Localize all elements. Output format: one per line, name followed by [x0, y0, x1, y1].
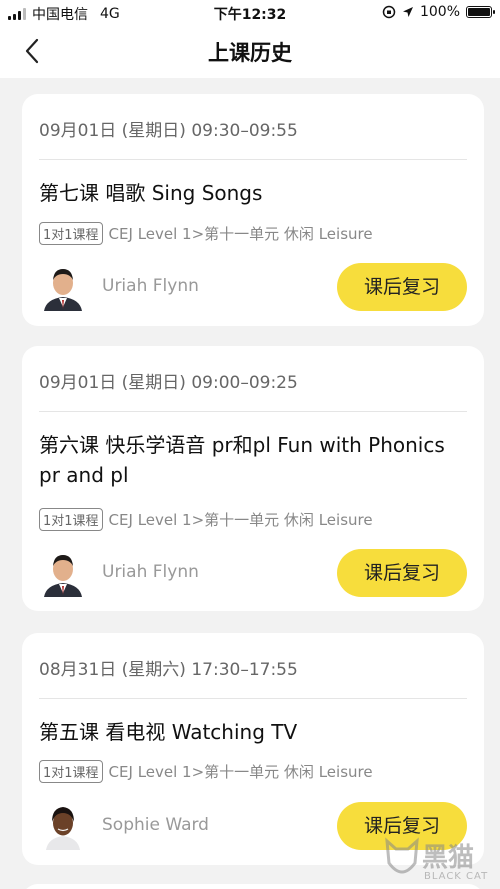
- status-bar: 中国电信 4G 下午12:32 100%: [0, 0, 500, 24]
- course-path: CEJ Level 1>第十一单元 休闲 Leisure: [108, 225, 373, 243]
- course-type-tag: 1对1课程: [39, 222, 103, 245]
- class-card: 09月01日 (星期日) 09:30–09:55 第七课 唱歌 Sing Son…: [22, 94, 484, 326]
- class-card: 08月31日 (星期六) 17:30–17:55 第五课 看电视 Watchin…: [22, 633, 484, 865]
- black-cat-logo-icon: [385, 837, 419, 874]
- page-title: 上课历史: [208, 41, 292, 65]
- divider: [39, 159, 467, 160]
- class-time: 09月01日 (星期日) 09:00–09:25: [39, 373, 298, 393]
- review-button[interactable]: 课后复习: [337, 263, 467, 311]
- class-history-list[interactable]: 09月01日 (星期日) 09:30–09:55 第七课 唱歌 Sing Son…: [0, 78, 500, 889]
- class-card: 09月01日 (星期日) 09:00–09:25 第六课 快乐学语音 pr和pl…: [22, 346, 484, 611]
- teacher-name: Sophie Ward: [102, 815, 209, 835]
- class-title: 第七课 唱歌 Sing Songs: [39, 181, 263, 205]
- teacher-row: Uriah Flynn 课后复习: [39, 549, 467, 599]
- review-button[interactable]: 课后复习: [337, 549, 467, 597]
- teacher-avatar: [42, 802, 84, 850]
- course-info: 1对1课程 CEJ Level 1>第十一单元 休闲 Leisure: [39, 222, 373, 245]
- teacher-avatar: [42, 549, 84, 597]
- class-time: 09月01日 (星期日) 09:30–09:55: [39, 121, 298, 141]
- course-info: 1对1课程 CEJ Level 1>第十一单元 休闲 Leisure: [39, 508, 373, 531]
- teacher-avatar: [42, 263, 84, 311]
- teacher-row: Uriah Flynn 课后复习: [39, 263, 467, 313]
- course-type-tag: 1对1课程: [39, 760, 103, 783]
- teacher-name: Uriah Flynn: [102, 562, 199, 582]
- teacher-name: Uriah Flynn: [102, 276, 199, 296]
- orientation-lock-icon: [382, 5, 396, 19]
- course-path: CEJ Level 1>第十一单元 休闲 Leisure: [108, 511, 373, 529]
- class-title: 第六课 快乐学语音 pr和pl Fun with Phonics pr and …: [39, 433, 445, 487]
- battery-percent: 100%: [419, 4, 460, 20]
- watermark: 黑猫 BLACK CAT: [384, 835, 494, 887]
- battery-icon: [466, 6, 495, 18]
- status-icons: 100%: [382, 4, 495, 20]
- divider: [39, 411, 467, 412]
- class-time: 08月31日 (星期六) 17:30–17:55: [39, 660, 298, 680]
- location-icon: [402, 7, 413, 17]
- divider: [39, 698, 467, 699]
- watermark-text: 黑猫: [422, 843, 475, 873]
- course-path: CEJ Level 1>第十一单元 休闲 Leisure: [108, 763, 373, 781]
- course-type-tag: 1对1课程: [39, 508, 103, 531]
- nav-bar: 上课历史: [0, 24, 500, 78]
- watermark-subtext: BLACK CAT: [424, 871, 489, 882]
- course-info: 1对1课程 CEJ Level 1>第十一单元 休闲 Leisure: [39, 760, 373, 783]
- battery-fill: [468, 8, 490, 16]
- class-title: 第五课 看电视 Watching TV: [39, 720, 298, 744]
